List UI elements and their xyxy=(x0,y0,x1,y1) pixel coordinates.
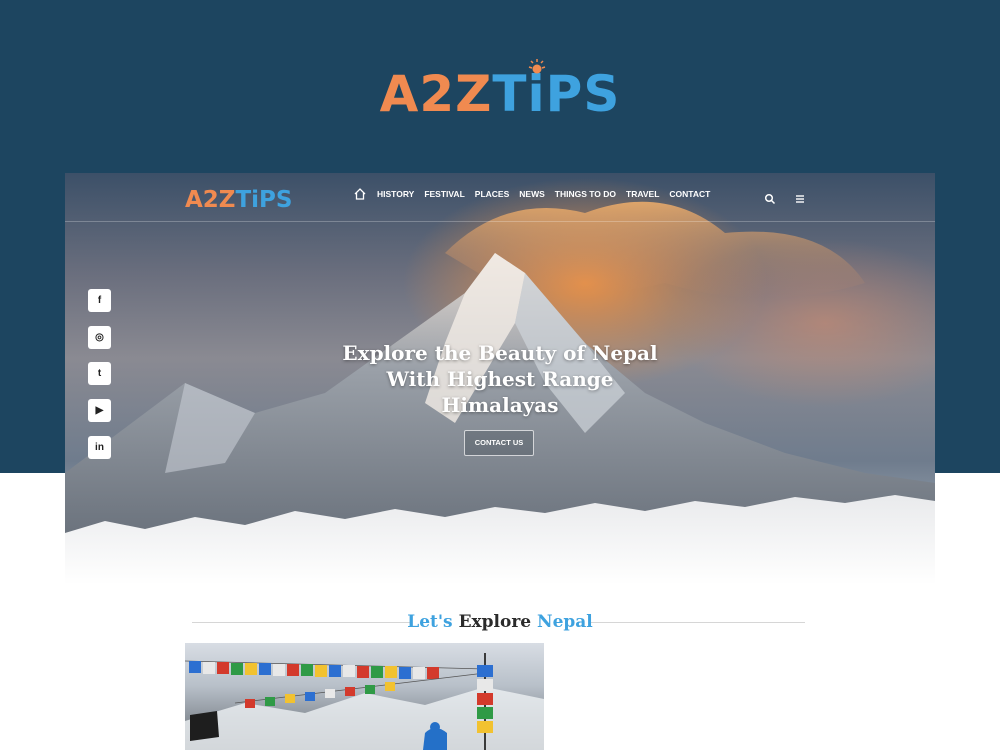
site-header: A2ZTiPS HISTORY FESTIVAL PLACES NEWS THI… xyxy=(65,173,935,222)
main-nav: HISTORY FESTIVAL PLACES NEWS THINGS TO D… xyxy=(353,187,720,201)
hero-title-line-3: Himalayas xyxy=(441,393,559,417)
section-title-lets: Let's xyxy=(407,612,453,632)
facebook-icon[interactable]: f xyxy=(88,289,111,312)
section-title: Let's Explore Nepal xyxy=(0,610,1000,634)
youtube-icon[interactable]: ▶ xyxy=(88,399,111,422)
nav-item-festival[interactable]: FESTIVAL xyxy=(424,187,464,201)
hero-title-line-2: With Highest Range xyxy=(386,367,614,391)
logo-text-tips: TiPS xyxy=(492,65,621,123)
logo-text-a2z: A2Z xyxy=(379,65,493,123)
nav-item-travel[interactable]: TRAVEL xyxy=(626,187,659,201)
site-logo[interactable]: A2ZTiPS xyxy=(185,186,292,214)
contact-us-button[interactable]: CONTACT US xyxy=(464,430,534,456)
facebook-glyph: f xyxy=(97,295,102,306)
linkedin-icon[interactable]: in xyxy=(88,436,111,459)
prayer-flags-photo[interactable] xyxy=(185,643,544,750)
home-icon[interactable] xyxy=(353,187,367,201)
twitter-glyph: t xyxy=(97,368,102,379)
hero-title-line-1: Explore the Beauty of Nepal xyxy=(342,341,658,365)
nav-item-places[interactable]: PLACES xyxy=(475,187,509,201)
hamburger-menu-icon[interactable] xyxy=(794,192,806,204)
section-title-nepal: Nepal xyxy=(537,612,593,632)
hero-title: Explore the Beauty of Nepal With Highest… xyxy=(330,340,670,418)
search-icon[interactable] xyxy=(764,192,776,205)
site-logo-a2z: A2Z xyxy=(185,187,236,213)
lightbulb-icon xyxy=(527,57,547,81)
linkedin-glyph: in xyxy=(95,442,104,453)
instagram-icon[interactable]: ◎ xyxy=(88,326,111,349)
nav-item-news[interactable]: NEWS xyxy=(519,187,545,201)
nav-item-contact[interactable]: CONTACT xyxy=(669,187,710,201)
section-title-explore: Explore xyxy=(458,612,532,632)
youtube-glyph: ▶ xyxy=(95,405,104,416)
nav-item-history[interactable]: HISTORY xyxy=(377,187,414,201)
instagram-glyph: ◎ xyxy=(95,332,104,343)
torn-paper-edge xyxy=(65,495,935,585)
nav-item-things-to-do[interactable]: THINGS TO DO xyxy=(555,187,616,201)
twitter-icon[interactable]: t xyxy=(88,362,111,385)
brand-logo: A2ZTiPS xyxy=(0,62,1000,126)
site-logo-tips: TiPS xyxy=(235,187,293,213)
website-preview: A2ZTiPS HISTORY FESTIVAL PLACES NEWS THI… xyxy=(65,173,935,585)
prayer-flags-illustration xyxy=(185,653,544,750)
